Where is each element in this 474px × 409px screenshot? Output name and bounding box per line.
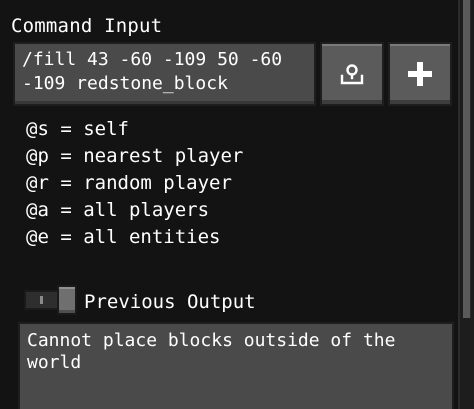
selector-all-players: @a = all players [26,199,210,221]
previous-output-field[interactable]: Cannot place blocks outside of the world [18,322,454,409]
scrollbar-thumb[interactable] [463,0,471,318]
paste-icon [340,64,364,85]
plus-icon [408,62,432,86]
toggle-off-mark [40,296,43,304]
add-button[interactable] [388,42,452,106]
previous-output-label: Previous Output [84,291,256,313]
command-input-label: Command Input [11,15,163,37]
selector-self: @s = self [26,118,129,140]
selector-all-entities: @e = all entities [26,226,221,248]
toggle-knob[interactable] [57,285,77,315]
selector-help-list: @s = self @p = nearest player @r = rando… [26,116,243,251]
selector-nearest-player: @p = nearest player [26,145,244,167]
command-input-field[interactable]: /fill 43 -60 -109 50 -60 -109 redstone_b… [13,42,316,106]
paste-button[interactable] [320,42,384,106]
previous-output-toggle[interactable] [24,285,78,315]
selector-random-player: @r = random player [26,172,232,194]
